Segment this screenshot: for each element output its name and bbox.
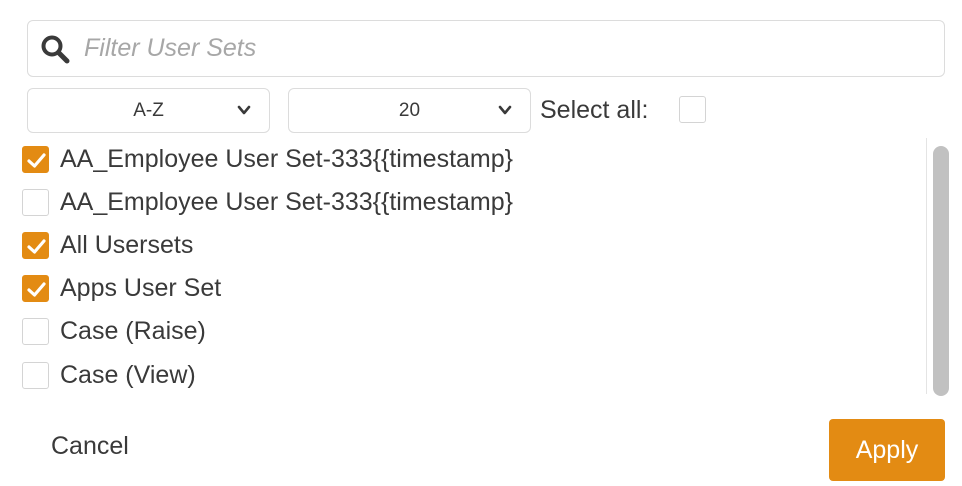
list-item-label: AA_Employee User Set-333{{timestamp}	[60, 188, 514, 216]
list-item[interactable]: AA_Employee User Set-333{{timestamp}	[22, 138, 902, 181]
item-checkbox[interactable]	[22, 318, 49, 345]
check-icon	[27, 239, 46, 254]
scrollbar-thumb[interactable]	[933, 146, 949, 396]
list-item-label: Apps User Set	[60, 274, 222, 302]
item-checkbox[interactable]	[22, 146, 49, 173]
select-all-label: Select all:	[540, 96, 649, 124]
item-checkbox[interactable]	[22, 275, 49, 302]
list-item[interactable]: All Usersets	[22, 224, 902, 267]
check-icon	[27, 282, 46, 297]
user-set-list: AA_Employee User Set-333{{timestamp} AA_E…	[14, 138, 926, 394]
chevron-down-icon	[498, 105, 512, 115]
apply-button[interactable]: Apply	[829, 419, 945, 481]
search-icon	[41, 35, 70, 64]
sort-order-value: A-Z	[133, 99, 164, 121]
cancel-button[interactable]: Cancel	[51, 432, 129, 461]
select-all-checkbox[interactable]	[679, 96, 706, 123]
list-item-label: Case (View)	[60, 361, 196, 389]
page-size-value: 20	[398, 99, 421, 121]
list-item[interactable]: Apps User Set	[22, 267, 902, 310]
search-box	[27, 20, 945, 77]
item-checkbox[interactable]	[22, 232, 49, 259]
list-scrollbar[interactable]	[926, 138, 953, 396]
list-item[interactable]: AA_Employee User Set-333{{timestamp}	[22, 181, 902, 224]
search-input[interactable]	[84, 21, 934, 76]
sort-order-select[interactable]: A-Z	[27, 88, 270, 133]
check-icon	[27, 153, 46, 168]
page-size-select[interactable]: 20	[288, 88, 531, 133]
list-item-label: Case (Raise)	[60, 317, 206, 345]
list-item[interactable]: Case (Raise)	[22, 310, 902, 353]
chevron-down-icon	[237, 105, 251, 115]
list-item-label: All Usersets	[60, 231, 194, 259]
user-set-filter-dialog: A-Z 20 Select all: AA_Employee User Set-…	[0, 0, 962, 486]
item-checkbox[interactable]	[22, 362, 49, 389]
list-item-label: AA_Employee User Set-333{{timestamp}	[60, 145, 514, 173]
item-checkbox[interactable]	[22, 189, 49, 216]
list-item[interactable]: Case (View)	[22, 354, 902, 394]
